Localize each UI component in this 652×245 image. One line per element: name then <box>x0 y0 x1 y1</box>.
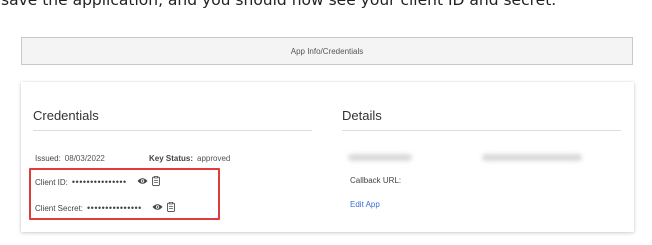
edit-app-row: Edit App <box>350 200 380 209</box>
redacted-detail <box>348 154 412 161</box>
edit-app-link[interactable]: Edit App <box>350 200 380 209</box>
redacted-detail <box>482 154 582 161</box>
instruction-text: save the application, and you should now… <box>1 0 557 9</box>
app-info-credentials-tab[interactable]: App Info/Credentials <box>21 37 633 65</box>
credentials-title: Credentials <box>33 108 99 123</box>
details-divider <box>342 130 621 131</box>
issued-value: 08/03/2022 <box>64 154 105 163</box>
details-title: Details <box>342 108 382 123</box>
key-status-label: Key Status: <box>149 154 194 163</box>
credentials-divider <box>33 130 312 131</box>
key-status-row: Key Status: approved <box>149 154 230 163</box>
callback-url-label: Callback URL: <box>350 176 402 185</box>
issued-label: Issued: <box>35 154 61 163</box>
tab-label: App Info/Credentials <box>290 46 364 56</box>
issued-row: Issued: 08/03/2022 <box>35 154 105 163</box>
key-status-value: approved <box>197 154 231 163</box>
credentials-highlight-box <box>29 168 220 220</box>
callback-url-row: Callback URL: <box>350 176 401 185</box>
